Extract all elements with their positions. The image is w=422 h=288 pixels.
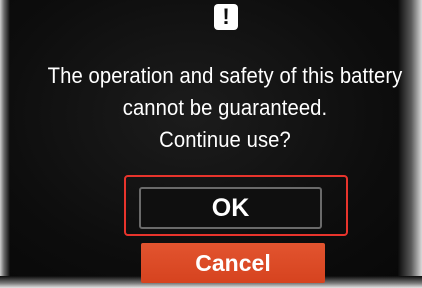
ok-highlight-frame xyxy=(124,175,348,236)
message-line-3: Continue use? xyxy=(159,127,291,152)
message-line-1: The operation and safety of this battery xyxy=(47,63,403,88)
dialog-message: The operation and safety of this battery… xyxy=(46,60,405,156)
warning-glyph: ! xyxy=(222,4,230,29)
camera-screen: ! The operation and safety of this batte… xyxy=(0,0,422,288)
bezel-left-edge xyxy=(0,0,10,288)
exclamation-warning-icon: ! xyxy=(214,4,238,30)
message-line-2: cannot be guaranteed. xyxy=(122,95,328,120)
cancel-button[interactable]: Cancel xyxy=(141,243,325,283)
